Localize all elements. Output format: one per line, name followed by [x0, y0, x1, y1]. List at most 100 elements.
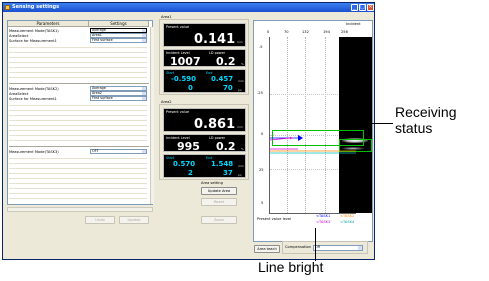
legend-task2: <TASK2	[340, 214, 355, 218]
task1-mode-select[interactable]: Average	[90, 28, 147, 33]
task1-surface-select[interactable]: First surface	[90, 38, 147, 43]
chevron-down-icon	[358, 246, 362, 250]
chevron-down-icon	[142, 87, 146, 90]
compensation-label: Compensation	[285, 245, 311, 249]
app-icon	[5, 5, 10, 10]
area2-incident-value: 995	[177, 140, 200, 153]
window-title: Sensing settings	[12, 4, 60, 10]
area1-ld-unit: %	[241, 62, 244, 66]
area1-present-value: 0.141	[194, 32, 236, 47]
compensation-group: Compensation Off	[282, 241, 368, 254]
undo-button[interactable]: Undo	[85, 216, 115, 224]
x-tick-70: 70	[284, 30, 289, 34]
chevron-down-icon	[142, 39, 146, 42]
area-teach-button[interactable]: Area teach	[254, 245, 280, 253]
area2-start-px: 2	[188, 169, 193, 177]
chevron-down-icon	[142, 92, 146, 95]
area1-present-unit: mm	[237, 40, 243, 44]
parameters-table: Parameters Settings Measurement Mode(TAS…	[7, 20, 154, 205]
area2-ld-unit: %	[241, 147, 244, 151]
task2-area-select[interactable]: Area2	[90, 91, 147, 96]
y-tick-5: 5	[261, 201, 264, 205]
area1-mm-unit: mm	[238, 79, 244, 83]
line-bright-leader-line	[315, 228, 316, 261]
receiving-status-annotation: Receiving status	[395, 104, 456, 136]
legend-task1: <TASK1	[316, 214, 331, 218]
compensation-select[interactable]: Off	[313, 245, 363, 251]
line-bright-annotation: Line bright	[258, 259, 324, 275]
area1-group: Present value 0.141 mm Incident Level LD…	[159, 19, 249, 95]
settings-column-header: Settings	[89, 21, 149, 27]
task2-mode-label: Measurement Mode(TASK2)	[9, 87, 59, 91]
area2-present-value: 0.861	[194, 117, 236, 132]
x-tick-0: 0	[267, 30, 270, 34]
task2-surface-value: First surface	[92, 96, 113, 100]
chevron-down-icon	[142, 150, 146, 153]
receiving-profile	[270, 135, 356, 154]
task1-area-select[interactable]: Area1	[90, 33, 147, 38]
task3-mode-select[interactable]: OFF	[90, 149, 147, 154]
receiving-status-graph[interactable]: Incident 0 70 132 194 256 -5 -25 0 25 5	[253, 20, 373, 242]
incident-header: Incident	[346, 22, 361, 26]
zoom-button[interactable]: Zoom	[201, 216, 237, 224]
update-area-button[interactable]: Update Area	[201, 187, 237, 195]
y-tick-minus25: -25	[257, 91, 263, 95]
chevron-down-icon	[142, 34, 146, 37]
horizontal-scrollbar[interactable]	[7, 207, 153, 212]
area1-end-px: 70	[223, 84, 233, 92]
task2-area-label: AreaSelect	[9, 92, 29, 96]
task2-mode-select[interactable]: Average	[90, 86, 147, 91]
area2-end-mm: 1.548	[211, 160, 234, 168]
legend-task3: <TASK3	[316, 220, 331, 224]
task2-surface-select[interactable]: First surface	[90, 96, 147, 101]
task2-area-value: Area2	[92, 91, 102, 95]
area-setting-label: Area setting	[201, 181, 223, 185]
present-value-level-label: Present value level	[257, 217, 292, 221]
area1-incident-box: Incident Level LD power 1007 0.2 %	[163, 49, 246, 68]
area2-present-box: Present value 0.861 mm	[163, 108, 246, 132]
parameters-scrollbar[interactable]	[150, 27, 154, 204]
task1-area-label: AreaSelect	[9, 34, 29, 38]
area1-present-box: Present value 0.141 mm	[163, 23, 246, 47]
task1-surface-value: First surface	[92, 38, 113, 42]
area2-end-px: 37	[223, 169, 233, 177]
section-divider	[9, 83, 149, 84]
task2-surface-label: Surface for Measurement1	[9, 97, 57, 101]
update-button[interactable]: Update	[119, 216, 149, 224]
reset-button[interactable]: Reset	[201, 198, 237, 206]
task2-mode-value: Average	[92, 86, 106, 90]
receiving-annotation-line1: Receiving	[395, 104, 457, 120]
x-tick-132: 132	[302, 30, 309, 34]
task3-mode-value: OFF	[92, 149, 99, 153]
chevron-down-icon	[142, 29, 146, 32]
chevron-down-icon	[142, 97, 146, 100]
area1-start-px: 0	[188, 84, 193, 92]
area2-present-label: Present value	[166, 110, 190, 114]
x-tick-194: 194	[323, 30, 330, 34]
area2-group: Present value 0.861 mm Incident Level LD…	[159, 104, 249, 180]
area2-incident-box: Incident Level LD power 995 0.2 %	[163, 134, 246, 153]
area1-end-mm: 0.457	[211, 75, 234, 83]
receiving-status-leader-line	[370, 123, 393, 124]
task1-area-value: Area1	[92, 33, 102, 37]
close-icon[interactable]: ×	[367, 4, 374, 11]
parameters-column-header: Parameters	[8, 21, 89, 27]
task3-mode-label: Measurement Mode(TASK3)	[9, 150, 59, 154]
area2-ld-value: 0.2	[216, 140, 236, 153]
area1-start-mm: -0.590	[171, 75, 197, 83]
receiving-annotation-line2: status	[395, 120, 433, 136]
x-tick-256: 256	[341, 30, 348, 34]
section-divider	[9, 146, 149, 147]
y-tick-0: 0	[261, 132, 264, 136]
minimize-icon[interactable]: _	[351, 4, 358, 11]
maximize-icon[interactable]: □	[359, 4, 366, 11]
task1-mode-label: Measurement Mode(TASK1)	[9, 29, 59, 33]
y-tick-25: 25	[259, 168, 264, 172]
legend-task4: <TASK4	[340, 220, 355, 224]
area2-range-box: Start End 0.570 1.548 mm 2 37 px	[163, 154, 246, 178]
area2-mm-unit: mm	[238, 164, 244, 168]
area2-present-unit: mm	[237, 125, 243, 129]
title-bar[interactable]: Sensing settings _ □ ×	[3, 3, 374, 12]
area1-present-label: Present value	[166, 25, 190, 29]
task1-mode-value: Average	[92, 28, 106, 32]
